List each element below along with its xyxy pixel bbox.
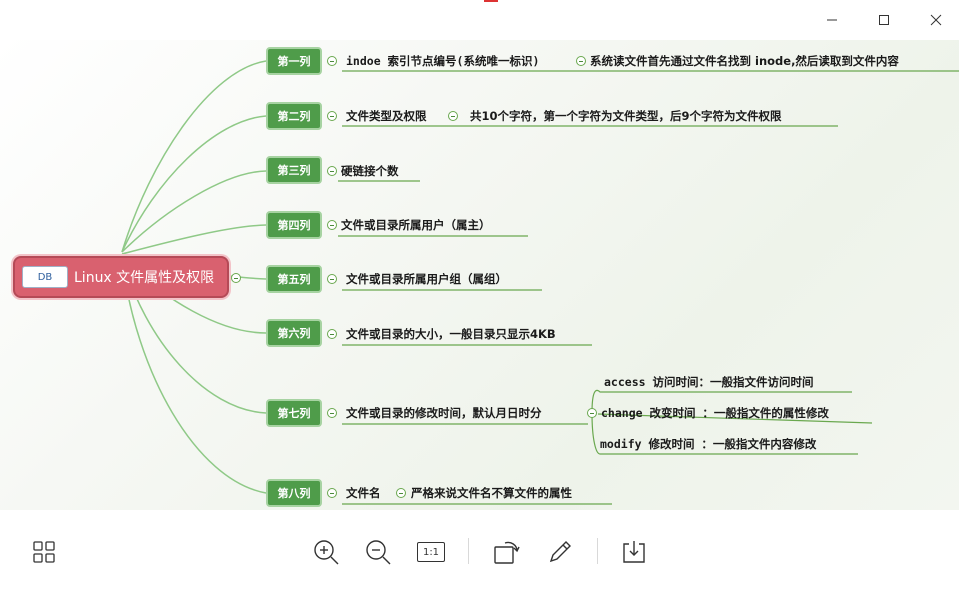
collapse-icon[interactable]: [327, 111, 337, 121]
root-label: Linux 文件属性及权限: [74, 270, 215, 286]
column-5-detail[interactable]: 文件或目录所属用户组（属组）: [346, 271, 507, 287]
toolbar-divider: [468, 538, 469, 564]
title-accent: [484, 0, 498, 2]
column-2-detail2[interactable]: 共10个字符，第一个字符为文件类型，后9个字符为文件权限: [470, 108, 782, 124]
column-7-detail[interactable]: 文件或目录的修改时间，默认月日时分: [346, 405, 542, 421]
actual-size-icon[interactable]: 1:1: [414, 536, 448, 568]
rotate-icon[interactable]: [490, 536, 522, 568]
edit-icon[interactable]: [544, 536, 576, 568]
column-node-3[interactable]: 第三列: [266, 156, 322, 184]
column-node-1[interactable]: 第一列: [266, 47, 322, 75]
minimize-icon[interactable]: [818, 6, 846, 34]
collapse-icon[interactable]: [327, 56, 337, 66]
column-7-sub-change[interactable]: change 改变时间 ：一般指文件的属性修改: [601, 405, 829, 421]
root-collapse-icon[interactable]: [231, 273, 241, 283]
collapse-icon[interactable]: [327, 166, 337, 176]
actual-size-label: 1:1: [422, 546, 440, 558]
collapse-icon[interactable]: [327, 408, 337, 418]
collapse-icon[interactable]: [327, 220, 337, 230]
column-8-detail[interactable]: 文件名: [346, 485, 381, 501]
close-icon[interactable]: [922, 6, 950, 34]
save-icon[interactable]: [618, 536, 650, 568]
zoom-in-icon[interactable]: [310, 536, 342, 568]
collapse-icon[interactable]: [448, 111, 458, 121]
column-node-4[interactable]: 第四列: [266, 211, 322, 239]
column-7-sub-access[interactable]: access 访问时间：一般指文件访问时间: [604, 374, 813, 390]
db-logo-icon: DB: [22, 266, 68, 288]
column-1-detail2[interactable]: 系统读文件首先通过文件名找到 inode,然后读取到文件内容: [590, 53, 899, 69]
column-node-5[interactable]: 第五列: [266, 265, 322, 293]
mindmap-canvas: DB Linux 文件属性及权限 第一列 indoe 索引节点编号(系统唯一标识…: [0, 40, 959, 510]
root-node[interactable]: DB Linux 文件属性及权限: [13, 256, 229, 298]
column-1-detail[interactable]: indoe 索引节点编号(系统唯一标识): [346, 53, 539, 69]
column-node-8[interactable]: 第八列: [266, 479, 322, 507]
maximize-icon[interactable]: [870, 6, 898, 34]
collapse-icon[interactable]: [327, 329, 337, 339]
collapse-icon[interactable]: [576, 56, 586, 66]
column-node-6[interactable]: 第六列: [266, 319, 322, 347]
collapse-icon[interactable]: [327, 488, 337, 498]
zoom-out-icon[interactable]: [362, 536, 394, 568]
column-6-detail[interactable]: 文件或目录的大小，一般目录只显示4KB: [346, 326, 556, 342]
grid-view-icon[interactable]: [28, 536, 60, 568]
title-bar: [0, 0, 959, 40]
toolbar-divider: [597, 538, 598, 564]
collapse-icon[interactable]: [587, 408, 597, 418]
viewer-toolbar: [0, 510, 959, 608]
column-node-7[interactable]: 第七列: [266, 399, 322, 427]
column-7-sub-modify[interactable]: modify 修改时间 ：一般指文件内容修改: [600, 436, 816, 452]
column-8-detail2[interactable]: 严格来说文件名不算文件的属性: [411, 485, 572, 501]
column-4-detail[interactable]: 文件或目录所属用户（属主）: [341, 217, 491, 233]
column-node-2[interactable]: 第二列: [266, 102, 322, 130]
column-3-detail[interactable]: 硬链接个数: [341, 163, 399, 179]
collapse-icon[interactable]: [396, 488, 406, 498]
collapse-icon[interactable]: [327, 274, 337, 284]
column-2-detail[interactable]: 文件类型及权限: [346, 108, 427, 124]
